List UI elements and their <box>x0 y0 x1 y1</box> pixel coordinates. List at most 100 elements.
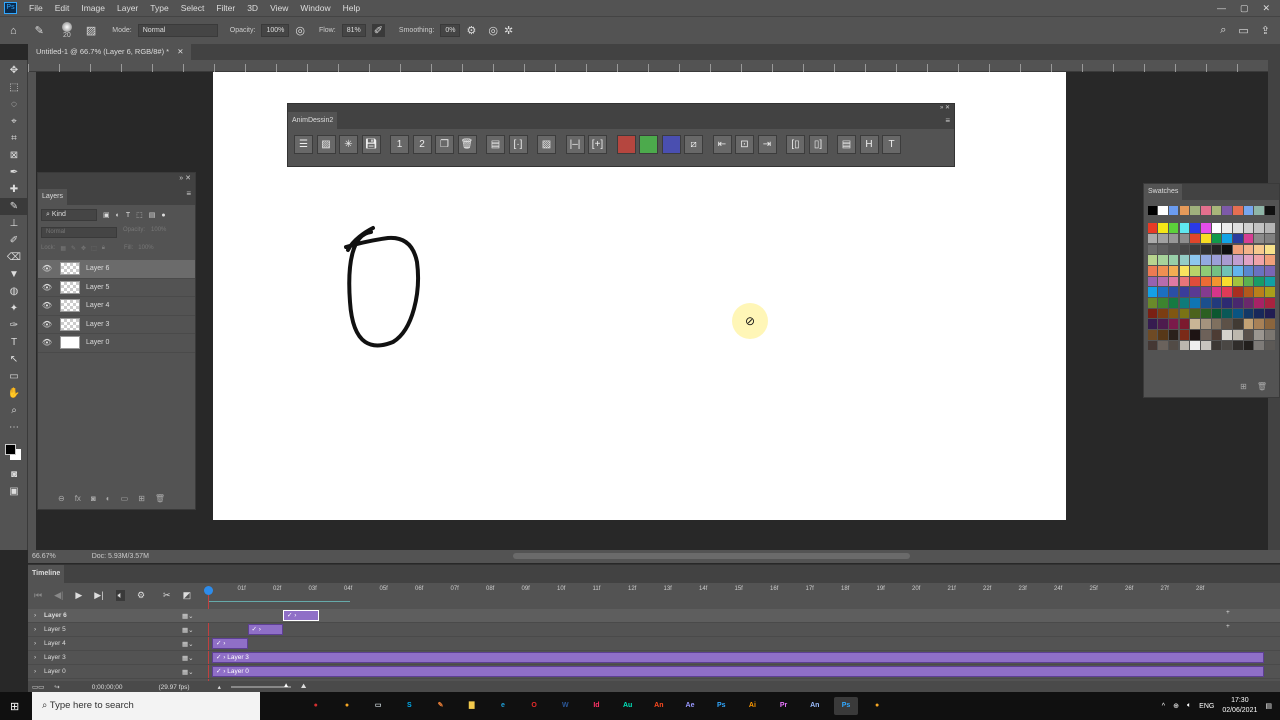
swatch[interactable] <box>1158 266 1168 276</box>
swatches-tab[interactable]: Swatches <box>1144 184 1183 200</box>
swatch[interactable] <box>1201 308 1211 319</box>
tray-chevron-icon[interactable]: ^ <box>1162 703 1165 710</box>
layer-row[interactable]: 👁︎ Layer 4 <box>38 297 195 316</box>
taskbar-app[interactable]: Ps <box>833 697 858 715</box>
taskbar-app[interactable]: An <box>803 697 827 715</box>
taskbar-app[interactable]: An <box>647 697 671 715</box>
mode-dropdown[interactable]: Normal <box>137 24 218 37</box>
taskbar-app[interactable]: O <box>522 697 546 715</box>
swatch[interactable] <box>1254 223 1264 233</box>
zoom-tool-icon[interactable]: ⌕ <box>0 402 28 419</box>
swatch[interactable] <box>1211 233 1222 244</box>
close-window-button[interactable]: ✕ <box>1262 3 1270 14</box>
taskbar-app[interactable]: ● <box>335 697 359 715</box>
next-frame-button[interactable]: ▶| <box>94 590 103 601</box>
swatch[interactable] <box>1222 308 1232 319</box>
taskbar-app[interactable]: ● <box>304 697 328 715</box>
swatch[interactable] <box>1201 319 1211 329</box>
taskbar-app[interactable]: Pr <box>772 697 796 715</box>
film-strip-icon[interactable]: ▦⌄ <box>182 626 194 634</box>
swatch[interactable] <box>1179 255 1190 265</box>
swatch[interactable] <box>1147 223 1158 233</box>
color-swatches[interactable] <box>0 440 27 466</box>
visibility-eye-icon[interactable]: 👁︎ <box>40 338 54 347</box>
swatch[interactable] <box>1168 319 1179 329</box>
swatch[interactable] <box>1211 255 1222 265</box>
windows-start-icon[interactable]: ⊞ <box>10 700 19 713</box>
maximize-button[interactable]: ▢ <box>1240 3 1249 14</box>
swatch[interactable] <box>1179 308 1190 319</box>
duplicate-button[interactable]: ❐ <box>435 135 454 154</box>
insert-frame-button[interactable]: ☰ <box>294 135 313 154</box>
eyedropper-tool-icon[interactable]: ✒ <box>0 164 28 181</box>
swatch[interactable] <box>1254 255 1264 265</box>
close-panel-icon[interactable]: ✕ <box>185 173 191 189</box>
swatch[interactable] <box>1179 276 1190 287</box>
swatch[interactable] <box>1222 255 1232 265</box>
swatch[interactable] <box>1222 330 1232 340</box>
extend-button[interactable]: |–| <box>565 135 585 154</box>
fx-icon[interactable]: fx <box>75 494 81 503</box>
swatch[interactable] <box>1211 266 1222 276</box>
menu-help[interactable]: Help <box>343 3 360 13</box>
taskbar-app[interactable]: Id <box>584 697 608 715</box>
taskbar-app[interactable]: ▭ <box>366 697 390 715</box>
swatch[interactable] <box>1211 319 1222 329</box>
swatch[interactable] <box>1201 266 1211 276</box>
swatch[interactable] <box>1190 276 1200 287</box>
copy-frames-button[interactable]: ▤ <box>486 135 505 154</box>
volume-icon[interactable]: 🔈︎ <box>1187 702 1191 710</box>
transition-icon[interactable]: ◩ <box>183 590 192 601</box>
swatch[interactable] <box>1201 255 1211 265</box>
swatch[interactable] <box>1265 287 1275 297</box>
search-icon[interactable]: ⌕ <box>1220 24 1226 37</box>
menu-select[interactable]: Select <box>181 3 205 13</box>
film-strip-icon[interactable]: ▦⌄ <box>182 612 194 620</box>
last-frame-button[interactable]: ▯] <box>808 135 828 154</box>
swatch[interactable] <box>1201 205 1211 216</box>
settings-gear-icon[interactable]: ⚙ <box>137 590 145 601</box>
swatch[interactable] <box>1222 298 1232 308</box>
first-frame-button[interactable]: [▯ <box>786 135 805 154</box>
no-color-button[interactable]: ⧄ <box>684 135 703 154</box>
swatch[interactable] <box>1168 223 1179 233</box>
lock-all-icon[interactable]: 🔒︎ <box>102 245 105 252</box>
collapse-icon[interactable]: » <box>179 173 183 189</box>
taskbar-app[interactable] <box>273 697 297 715</box>
timeline-clip[interactable]: ✓ › Layer 3 <box>212 652 1264 663</box>
html-export-button[interactable]: H <box>859 135 879 154</box>
taskbar-app[interactable]: W <box>553 697 577 715</box>
swatch[interactable] <box>1254 233 1264 244</box>
swatch[interactable] <box>1179 233 1190 244</box>
history-brush-tool-icon[interactable]: ✐ <box>0 232 28 249</box>
swatch[interactable] <box>1147 298 1158 308</box>
brush-tool-icon[interactable]: ✎ <box>0 198 28 215</box>
swatch[interactable] <box>1211 330 1222 340</box>
swatch[interactable] <box>1158 205 1168 216</box>
swatch[interactable] <box>1158 276 1168 287</box>
swatch[interactable] <box>1222 244 1232 255</box>
swatch[interactable] <box>1243 308 1254 319</box>
delete-layer-icon[interactable]: 🗑︎ <box>155 494 165 503</box>
save-button[interactable]: 💾︎ <box>361 135 381 154</box>
swatch[interactable] <box>1201 223 1211 233</box>
swatch[interactable] <box>1190 319 1200 329</box>
delete-button[interactable]: 🗑︎ <box>457 135 477 154</box>
red-frame-button[interactable] <box>616 135 636 154</box>
brush-settings-icon[interactable]: ▨ <box>86 24 96 37</box>
delete-swatch-icon[interactable]: 🗑︎ <box>1257 382 1267 391</box>
swatch[interactable] <box>1190 340 1200 351</box>
swatch[interactable] <box>1190 223 1200 233</box>
layer-name[interactable]: Layer 0 <box>86 339 109 346</box>
menu-view[interactable]: View <box>270 3 288 13</box>
swatch[interactable] <box>1168 298 1179 308</box>
quick-mask-icon[interactable]: ◙ <box>0 466 28 483</box>
layer-name[interactable]: Layer 6 <box>86 265 109 272</box>
add-media-icon[interactable]: + <box>1226 609 1230 616</box>
taskbar-app[interactable]: Ps <box>709 697 733 715</box>
swatch[interactable] <box>1147 233 1158 244</box>
taskbar-search[interactable]: ⌕ Type here to search <box>32 692 260 720</box>
swatch[interactable] <box>1254 205 1264 216</box>
timeline-clip[interactable]: ✓ › Layer 0 <box>212 666 1264 677</box>
swatch[interactable] <box>1147 308 1158 319</box>
